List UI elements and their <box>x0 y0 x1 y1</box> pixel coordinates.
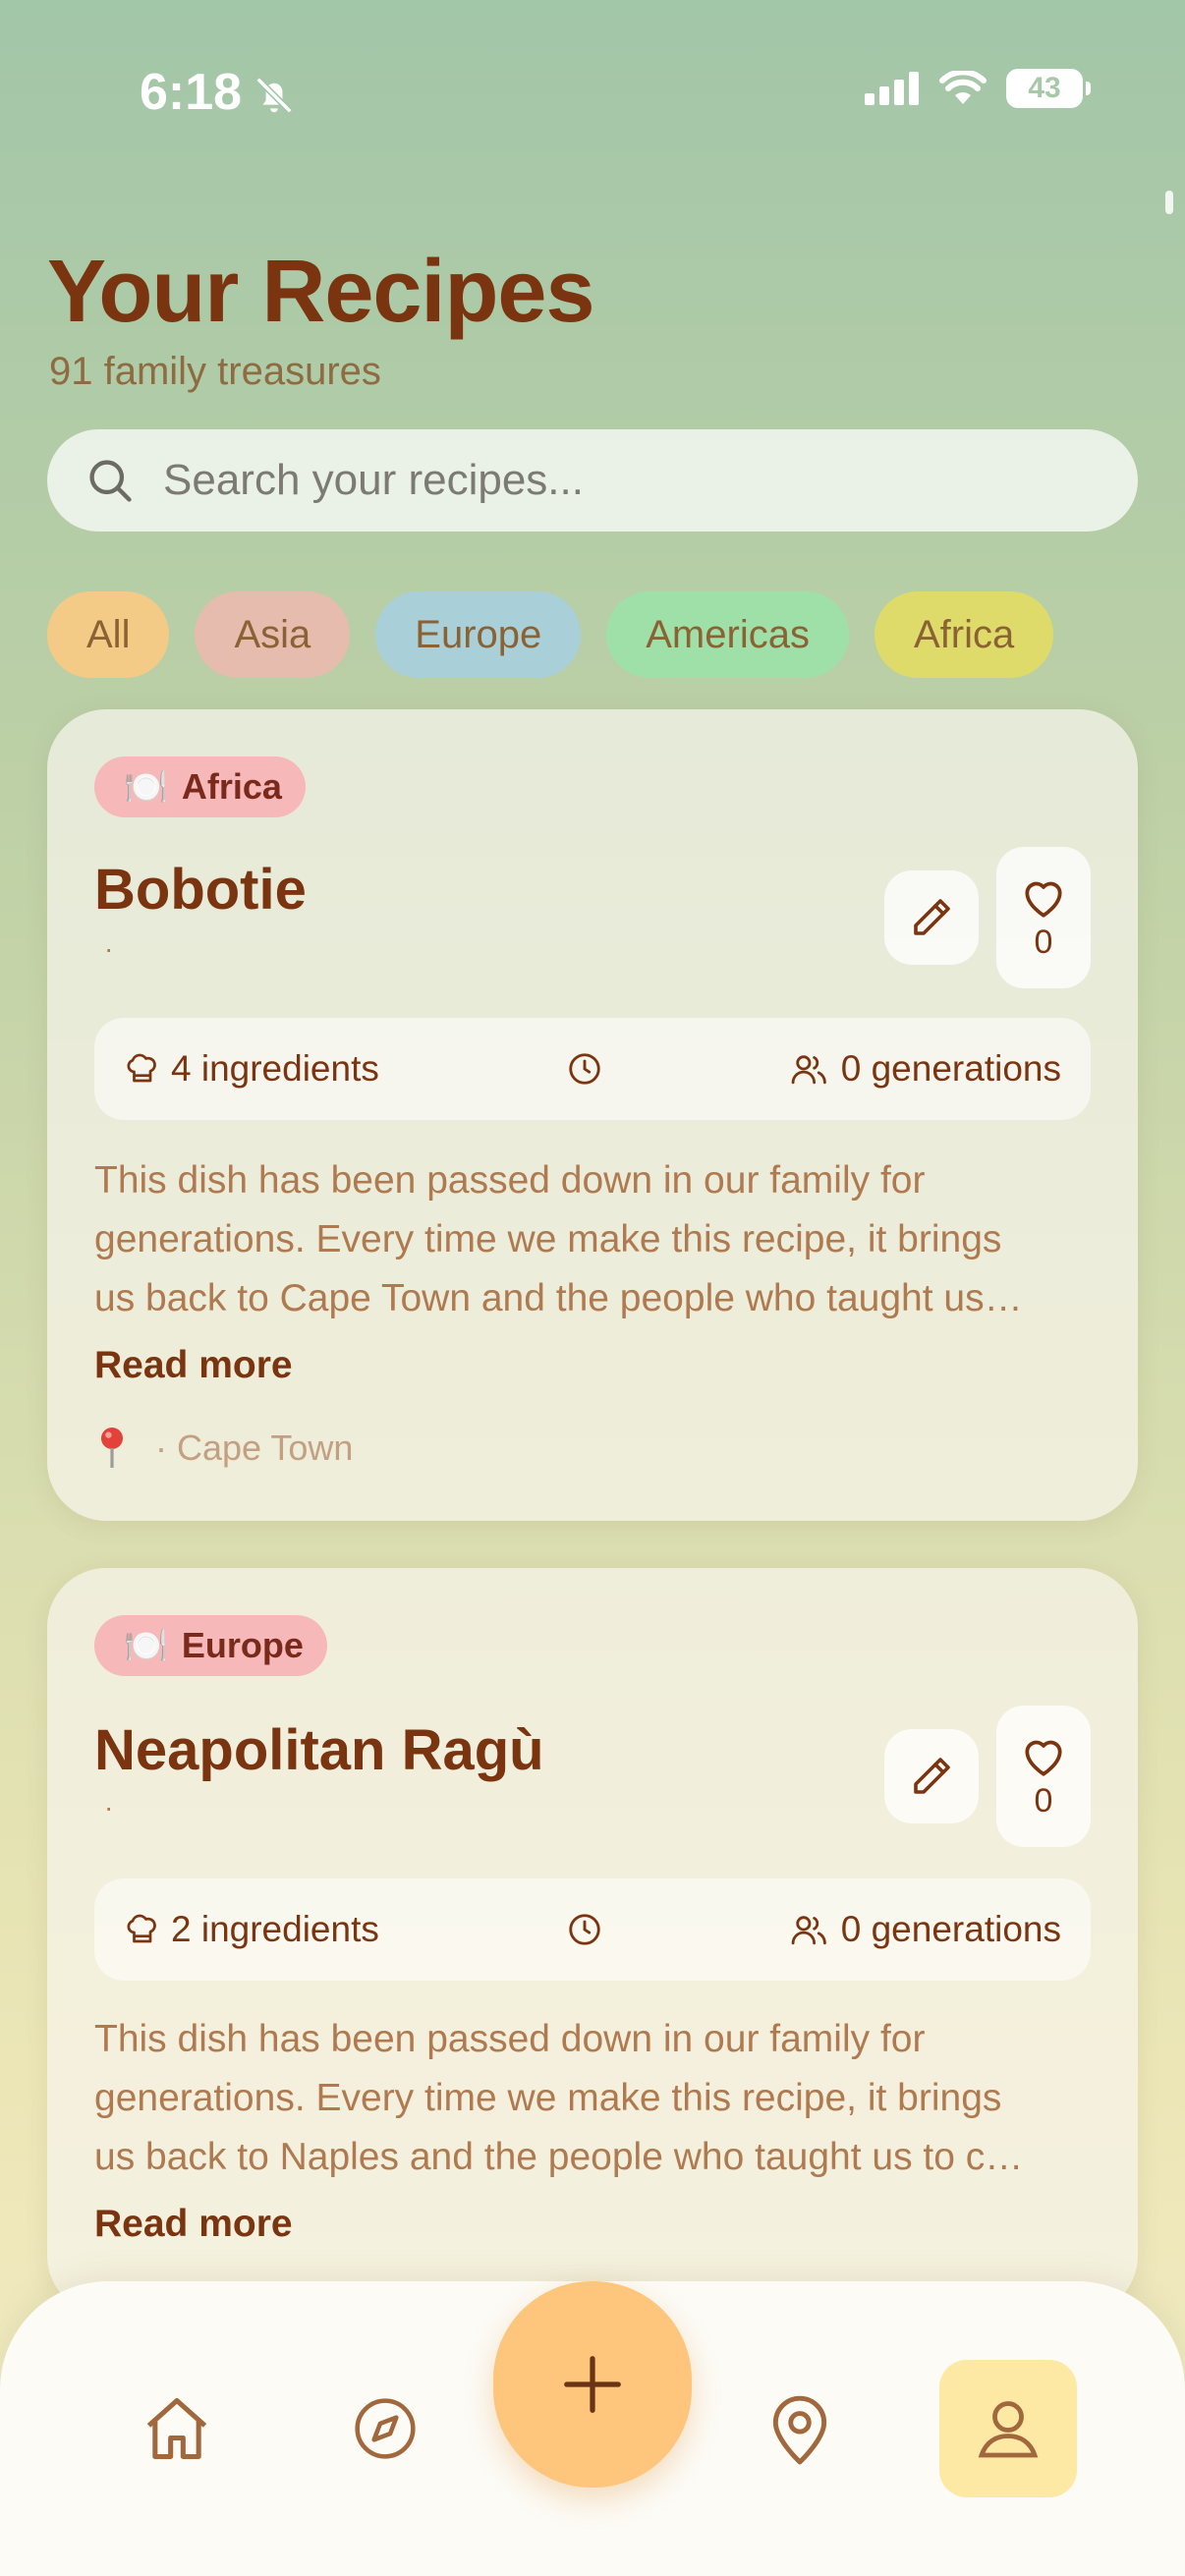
pencil-icon <box>914 1758 950 1794</box>
edit-button[interactable] <box>884 870 979 965</box>
home-icon <box>146 2397 207 2460</box>
recipe-card[interactable]: 🍽️ Africa Bobotie · 0 4 ingredients 0 ge… <box>47 709 1138 1521</box>
status-indicators: 43 <box>865 69 1091 108</box>
filter-chip-americas[interactable]: Americas <box>606 591 849 678</box>
filter-chip-europe[interactable]: Europe <box>375 591 582 678</box>
description-line: This dish has been passed down in our fa… <box>94 1159 926 1202</box>
generations-stat: 0 generations <box>790 1909 1061 1950</box>
plate-icon: 🍽️ <box>124 766 168 807</box>
nav-explore[interactable] <box>336 2380 434 2478</box>
chef-hat-icon <box>127 1053 156 1083</box>
like-button[interactable]: 0 <box>996 847 1091 988</box>
filter-chip-all[interactable]: All <box>47 591 170 678</box>
page-subtitle: 91 family treasures <box>49 350 381 393</box>
read-more-link[interactable]: Read more <box>94 2203 293 2246</box>
nav-profile[interactable] <box>939 2360 1077 2497</box>
generations-count: 0 generations <box>840 1048 1061 1089</box>
heart-icon <box>1025 1740 1062 1776</box>
plus-icon <box>564 2356 621 2413</box>
search-input[interactable] <box>161 455 1049 506</box>
compass-icon <box>355 2398 416 2459</box>
ingredients-count: 2 ingredients <box>171 1909 379 1949</box>
like-button[interactable]: 0 <box>996 1706 1091 1847</box>
user-icon <box>978 2401 1039 2458</box>
description-line: generations. Every time we make this rec… <box>94 2077 1002 2119</box>
recipe-title: Neapolitan Ragù <box>94 1718 544 1782</box>
search-bar[interactable] <box>47 429 1138 532</box>
filter-chip-africa[interactable]: Africa <box>874 591 1054 678</box>
filter-chip-asia[interactable]: Asia <box>195 591 351 678</box>
battery-indicator: 43 <box>1006 69 1091 108</box>
region-badge: 🍽️ Europe <box>94 1615 327 1676</box>
recipe-meta-dot: · <box>104 1792 114 1822</box>
recipe-location: · Cape Town <box>96 1427 353 1470</box>
heart-icon <box>1025 881 1062 918</box>
map-pin-icon <box>772 2395 827 2465</box>
plate-icon: 🍽️ <box>124 1625 168 1665</box>
description-line: This dish has been passed down in our fa… <box>94 2018 926 2060</box>
recipe-title: Bobotie <box>94 858 307 922</box>
wifi-icon <box>939 71 987 104</box>
pencil-icon <box>914 899 950 935</box>
recipe-meta-dot: · <box>104 933 114 964</box>
generations-stat: 0 generations <box>790 1048 1061 1090</box>
region-badge-label: Europe <box>181 1625 304 1665</box>
description-line: us back to Cape Town and the people who … <box>94 1277 1023 1319</box>
edit-button[interactable] <box>884 1729 979 1823</box>
region-badge: 🍽️ Africa <box>94 756 306 817</box>
region-filters: All Asia Europe Americas Africa <box>47 591 1054 678</box>
nav-map[interactable] <box>751 2380 849 2478</box>
chef-hat-icon <box>127 1914 156 1943</box>
ingredients-count: 4 ingredients <box>171 1048 379 1089</box>
like-count: 0 <box>1034 923 1053 961</box>
signal-icon <box>865 72 919 105</box>
users-icon <box>791 1055 826 1085</box>
recipe-description: This dish has been passed down in our fa… <box>94 2010 1097 2187</box>
time-stat <box>566 1911 603 1948</box>
recipe-card[interactable]: 🍽️ Europe Neapolitan Ragù · 0 2 ingredie… <box>47 1568 1138 2315</box>
read-more-link[interactable]: Read more <box>94 1344 293 1387</box>
time-stat <box>566 1050 603 1088</box>
recipe-description: This dish has been passed down in our fa… <box>94 1151 1097 1328</box>
search-icon <box>89 460 132 502</box>
page-title: Your Recipes <box>47 243 595 341</box>
users-icon <box>791 1916 826 1945</box>
add-recipe-button[interactable] <box>493 2281 692 2488</box>
recipe-stats: 4 ingredients 0 generations <box>94 1018 1091 1120</box>
description-line: generations. Every time we make this rec… <box>94 1218 1002 1260</box>
status-time: 6:18 <box>140 64 243 121</box>
scroll-indicator[interactable] <box>1165 191 1173 214</box>
region-badge-label: Africa <box>181 766 282 807</box>
ingredients-stat: 2 ingredients <box>124 1909 379 1950</box>
nav-home[interactable] <box>128 2380 226 2478</box>
like-count: 0 <box>1034 1781 1053 1820</box>
recipe-stats: 2 ingredients 0 generations <box>94 1878 1091 1981</box>
clock-icon <box>569 1053 600 1085</box>
location-label: · Cape Town <box>155 1428 354 1468</box>
description-line: us back to Naples and the people who tau… <box>94 2136 1024 2178</box>
pushpin-icon <box>101 1428 123 1468</box>
generations-count: 0 generations <box>840 1909 1061 1949</box>
ingredients-stat: 4 ingredients <box>124 1048 379 1090</box>
bell-muted-icon <box>255 77 293 114</box>
clock-icon <box>569 1914 600 1945</box>
